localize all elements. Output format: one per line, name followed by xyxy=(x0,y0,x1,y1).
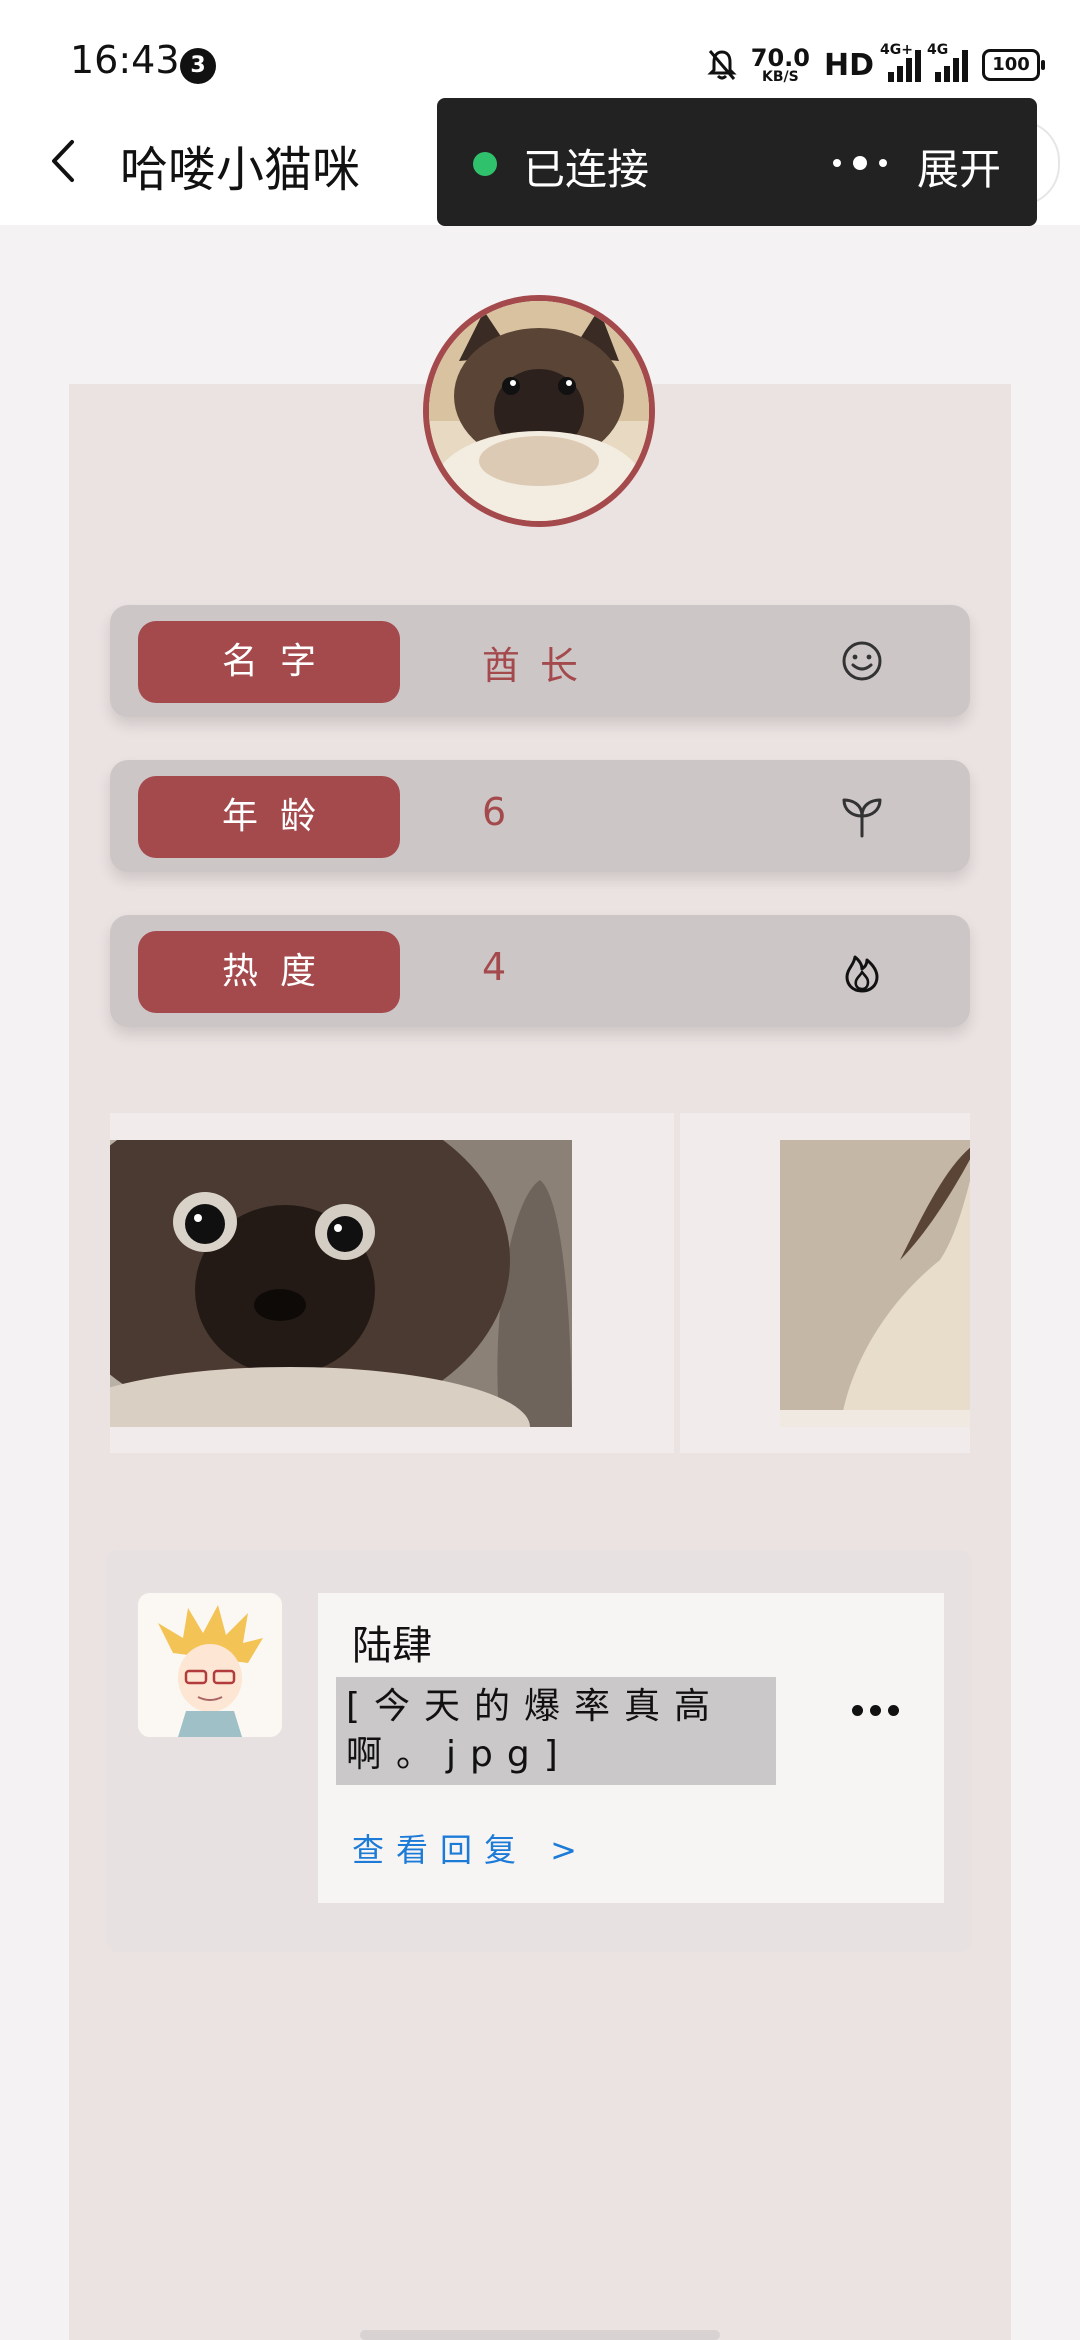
commenter-avatar[interactable] xyxy=(138,1593,282,1737)
commenter-name: 陆肆 xyxy=(352,1623,432,1669)
flame-icon xyxy=(845,955,879,993)
connection-status-text: 已连接 xyxy=(523,145,650,194)
network-speed: 70.0 KB/S xyxy=(751,46,810,84)
smile-icon xyxy=(842,641,882,681)
more-options-icon[interactable] xyxy=(852,1705,900,1719)
field-value: 6 xyxy=(482,790,527,834)
bell-muted-icon xyxy=(707,50,737,80)
expand-button[interactable]: 展开 xyxy=(917,136,1001,197)
hd-indicator: HD xyxy=(823,47,874,83)
network-speed-value: 70.0 xyxy=(750,44,810,72)
anime-avatar-image xyxy=(138,1593,282,1737)
field-label: 名字 xyxy=(138,621,400,703)
signal-icon: 4G xyxy=(927,42,968,82)
profile-row-heat: 热度 4 xyxy=(110,915,970,1027)
page-title: 哈喽小猫咪 xyxy=(120,142,361,198)
gallery-slide[interactable] xyxy=(680,1113,970,1453)
field-label: 热度 xyxy=(138,931,400,1013)
profile-row-age: 年龄 6 xyxy=(110,760,970,872)
profile-row-name: 名字 酋长 xyxy=(110,605,970,717)
field-value: 4 xyxy=(482,945,527,989)
cat-photo xyxy=(780,1140,970,1427)
sprout-icon xyxy=(842,798,882,838)
photo-gallery[interactable] xyxy=(110,1113,970,1453)
cat-avatar-image xyxy=(429,301,649,521)
comment-text: [今天的爆率真高啊。jpg] xyxy=(336,1677,776,1785)
notification-count-badge: 3 xyxy=(180,48,216,84)
cat-photo xyxy=(110,1140,572,1427)
connected-status-dot xyxy=(473,152,497,176)
comment-content: 陆肆 [今天的爆率真高啊。jpg] 查看回复 > xyxy=(318,1593,944,1903)
signal-type-label: 4G xyxy=(927,42,949,58)
connection-toast: 已连接 展开 xyxy=(437,98,1037,226)
signal-icon: 4G+ xyxy=(880,42,921,82)
gallery-slide[interactable] xyxy=(110,1113,674,1453)
battery-icon: 100 xyxy=(982,49,1045,81)
cat-avatar[interactable] xyxy=(423,295,655,527)
home-indicator[interactable] xyxy=(360,2330,720,2340)
comment-card: 陆肆 [今天的爆率真高啊。jpg] 查看回复 > xyxy=(106,1550,972,1952)
status-time: 16:43 xyxy=(70,38,180,82)
status-icons: 70.0 KB/S HD 4G+ 4G 100 xyxy=(707,40,1045,90)
field-value: 酋长 xyxy=(482,644,599,688)
back-arrow-icon[interactable] xyxy=(40,136,90,186)
more-icon[interactable] xyxy=(833,156,889,170)
view-replies-link[interactable]: 查看回复 > xyxy=(352,1825,589,1871)
field-label: 年龄 xyxy=(138,776,400,858)
network-speed-unit: KB/S xyxy=(762,69,799,85)
signal-type-label: 4G+ xyxy=(880,42,913,58)
